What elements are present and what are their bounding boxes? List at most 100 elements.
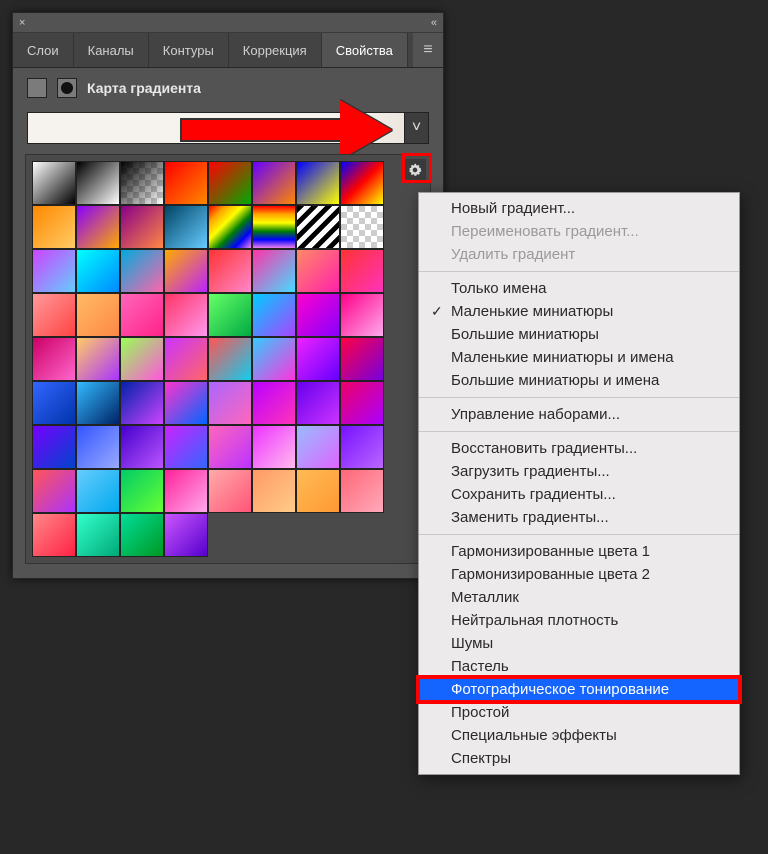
menu-item[interactable]: Простой: [419, 701, 739, 724]
gradient-swatch[interactable]: [340, 469, 384, 513]
gradient-swatch[interactable]: [32, 381, 76, 425]
gradient-swatch[interactable]: [340, 293, 384, 337]
menu-item[interactable]: Восстановить градиенты...: [419, 437, 739, 460]
gradient-swatch[interactable]: [32, 161, 76, 205]
gradient-swatch[interactable]: [252, 293, 296, 337]
gear-icon[interactable]: [404, 159, 426, 181]
panel-menu-icon[interactable]: ≡: [413, 33, 443, 67]
gradient-swatch[interactable]: [340, 249, 384, 293]
gradient-swatch[interactable]: [32, 469, 76, 513]
gradient-swatch[interactable]: [76, 425, 120, 469]
gradient-swatch[interactable]: [340, 161, 384, 205]
close-icon[interactable]: ×: [19, 17, 25, 29]
gradient-swatch[interactable]: [76, 249, 120, 293]
gradient-swatch[interactable]: [208, 337, 252, 381]
gradient-dropdown-button[interactable]: ˅: [405, 112, 429, 144]
gradient-swatch[interactable]: [120, 337, 164, 381]
gradient-swatch[interactable]: [340, 205, 384, 249]
menu-item[interactable]: Сохранить градиенты...: [419, 483, 739, 506]
gradient-swatch[interactable]: [76, 513, 120, 557]
menu-item[interactable]: Шумы: [419, 632, 739, 655]
gradient-swatch[interactable]: [296, 381, 340, 425]
gradient-swatch[interactable]: [208, 161, 252, 205]
gradient-swatch[interactable]: [252, 249, 296, 293]
menu-item[interactable]: Маленькие миниатюры: [419, 300, 739, 323]
gradient-swatch[interactable]: [296, 337, 340, 381]
gradient-swatch[interactable]: [208, 381, 252, 425]
gradient-swatch[interactable]: [296, 293, 340, 337]
gradient-swatch[interactable]: [120, 425, 164, 469]
gradient-swatch[interactable]: [252, 425, 296, 469]
gradient-swatch[interactable]: [208, 249, 252, 293]
menu-item[interactable]: Новый градиент...: [419, 197, 739, 220]
menu-item[interactable]: Металлик: [419, 586, 739, 609]
gradient-swatch[interactable]: [164, 381, 208, 425]
gradient-swatch[interactable]: [252, 381, 296, 425]
gradient-swatch[interactable]: [164, 513, 208, 557]
collapse-icon[interactable]: «: [431, 17, 437, 29]
gradient-swatch[interactable]: [32, 205, 76, 249]
gradient-swatch[interactable]: [164, 337, 208, 381]
gradient-swatch[interactable]: [164, 293, 208, 337]
gradient-swatch[interactable]: [120, 293, 164, 337]
menu-item[interactable]: Спектры: [419, 747, 739, 770]
menu-item[interactable]: Нейтральная плотность: [419, 609, 739, 632]
gradient-swatch[interactable]: [76, 381, 120, 425]
gradient-swatch[interactable]: [296, 249, 340, 293]
gradient-swatch[interactable]: [32, 425, 76, 469]
gradient-swatch[interactable]: [32, 337, 76, 381]
tab-adjustments[interactable]: Коррекция: [229, 33, 322, 67]
menu-item[interactable]: Большие миниатюры и имена: [419, 369, 739, 392]
gradient-swatch[interactable]: [120, 161, 164, 205]
gradient-swatch[interactable]: [340, 425, 384, 469]
menu-item[interactable]: Управление наборами...: [419, 403, 739, 426]
gradient-preview[interactable]: [27, 112, 405, 144]
tab-channels[interactable]: Каналы: [74, 33, 149, 67]
gradient-swatch[interactable]: [76, 337, 120, 381]
menu-item[interactable]: Загрузить градиенты...: [419, 460, 739, 483]
gradient-swatch[interactable]: [76, 205, 120, 249]
menu-item[interactable]: Специальные эффекты: [419, 724, 739, 747]
gradient-swatch[interactable]: [252, 205, 296, 249]
gradient-swatch[interactable]: [32, 513, 76, 557]
gradient-swatch[interactable]: [76, 161, 120, 205]
menu-item[interactable]: Гармонизированные цвета 1: [419, 540, 739, 563]
gradient-swatch[interactable]: [164, 469, 208, 513]
gradient-swatch[interactable]: [296, 425, 340, 469]
menu-item[interactable]: Большие миниатюры: [419, 323, 739, 346]
gradient-swatch[interactable]: [208, 205, 252, 249]
menu-item[interactable]: Фотографическое тонирование: [419, 678, 739, 701]
tab-paths[interactable]: Контуры: [149, 33, 229, 67]
gradient-swatch[interactable]: [296, 161, 340, 205]
gradient-swatch[interactable]: [32, 249, 76, 293]
gradient-swatch[interactable]: [164, 249, 208, 293]
gradient-swatch[interactable]: [76, 293, 120, 337]
gradient-swatch[interactable]: [120, 249, 164, 293]
gradient-swatch[interactable]: [120, 381, 164, 425]
gradient-swatch[interactable]: [208, 293, 252, 337]
menu-item[interactable]: Пастель: [419, 655, 739, 678]
gradient-swatch[interactable]: [208, 425, 252, 469]
gradient-swatch[interactable]: [32, 293, 76, 337]
gradient-swatch[interactable]: [252, 161, 296, 205]
tab-properties[interactable]: Свойства: [322, 33, 408, 67]
menu-item[interactable]: Заменить градиенты...: [419, 506, 739, 529]
gradient-swatch[interactable]: [120, 513, 164, 557]
gradient-swatch[interactable]: [252, 337, 296, 381]
gradient-swatch[interactable]: [120, 205, 164, 249]
gradient-swatch[interactable]: [296, 469, 340, 513]
gradient-swatch[interactable]: [252, 469, 296, 513]
gradient-swatch[interactable]: [164, 205, 208, 249]
gradient-swatch[interactable]: [164, 161, 208, 205]
gradient-swatch[interactable]: [164, 425, 208, 469]
gradient-swatch[interactable]: [340, 381, 384, 425]
gradient-swatch[interactable]: [76, 469, 120, 513]
tab-layers[interactable]: Слои: [13, 33, 74, 67]
gradient-swatch[interactable]: [208, 469, 252, 513]
gradient-swatch[interactable]: [120, 469, 164, 513]
gradient-swatch[interactable]: [340, 337, 384, 381]
menu-item[interactable]: Только имена: [419, 277, 739, 300]
gradient-swatch[interactable]: [296, 205, 340, 249]
menu-item[interactable]: Маленькие миниатюры и имена: [419, 346, 739, 369]
menu-item[interactable]: Гармонизированные цвета 2: [419, 563, 739, 586]
